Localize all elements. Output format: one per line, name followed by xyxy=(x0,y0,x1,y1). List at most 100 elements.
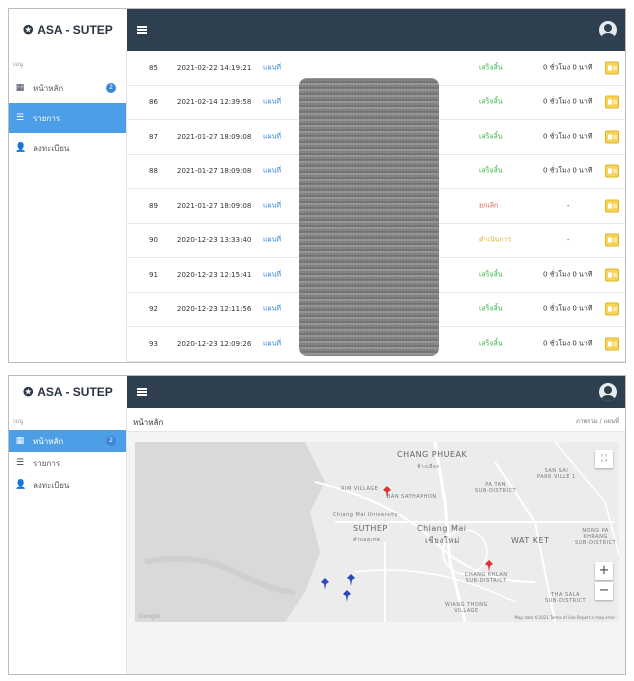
view-detail-button[interactable] xyxy=(605,95,619,109)
blue-map-pin-icon[interactable] xyxy=(343,590,351,602)
map-link[interactable]: แผนที่ xyxy=(263,304,281,315)
view-detail-button[interactable] xyxy=(605,130,619,144)
map-link[interactable]: แผนที่ xyxy=(263,166,281,177)
map-attribution[interactable]: Map data ©2021 Terms of Use Report a map… xyxy=(515,615,615,620)
dashboard-screen: ✪ ASA - SUTEP เมนู ▦ หน้าหลัก 2 ☰ รายการ… xyxy=(8,375,626,675)
map-label: Chiang Mai University xyxy=(333,512,399,518)
row-id: 85 xyxy=(149,63,158,72)
map-label: SUTHEP xyxy=(353,524,388,533)
map-link[interactable]: แผนที่ xyxy=(263,131,281,142)
status-text: เสร็จสิ้น xyxy=(479,63,503,72)
row-date: 2021-01-27 18:09:08 xyxy=(177,132,252,141)
row-date: 2021-01-27 18:09:08 xyxy=(177,167,252,176)
row-id: 90 xyxy=(149,236,158,245)
sidebar-item-home[interactable]: ▦ หน้าหลัก 2 xyxy=(9,430,126,452)
sidebar-item-label: หน้าหลัก xyxy=(33,436,64,446)
duration-text: 0 ชั่วโมง 0 นาที xyxy=(543,270,593,279)
map-label: WAT KET xyxy=(511,536,550,545)
sidebar-item-register[interactable]: 👤 ลงทะเบียน xyxy=(9,133,126,163)
map-label: THA SALA SUB-DISTRICT xyxy=(545,592,587,604)
sidebar-item-label: ลงทะเบียน xyxy=(33,480,70,490)
sidebar-item-list[interactable]: ☰ รายการ xyxy=(9,103,126,133)
map-label: BAN SATHAPHON xyxy=(387,494,437,500)
status-text: เสร็จสิ้น xyxy=(479,270,503,279)
view-detail-button[interactable] xyxy=(605,337,619,351)
view-detail-button[interactable] xyxy=(605,61,619,75)
map-label: ช้างเผือก xyxy=(417,464,440,470)
red-map-pin-icon[interactable] xyxy=(383,486,391,498)
row-date: 2021-02-14 12:39:58 xyxy=(177,98,252,107)
blue-map-pin-icon[interactable] xyxy=(321,578,329,590)
view-detail-button[interactable] xyxy=(605,268,619,282)
asa-logo-icon: ✪ xyxy=(23,23,34,37)
map-link[interactable]: แผนที่ xyxy=(263,62,281,73)
map-link[interactable]: แผนที่ xyxy=(263,338,281,349)
view-detail-button[interactable] xyxy=(605,164,619,178)
hamburger-menu-icon[interactable] xyxy=(137,388,147,396)
map-link[interactable]: แผนที่ xyxy=(263,97,281,108)
row-id: 93 xyxy=(149,339,158,348)
map-label: เชียงใหม่ xyxy=(425,536,460,545)
view-detail-button[interactable] xyxy=(605,302,619,316)
brand[interactable]: ✪ ASA - SUTEP xyxy=(9,9,127,51)
duration-text: 0 ชั่วโมง 0 นาที xyxy=(543,166,593,175)
view-detail-button[interactable] xyxy=(605,233,619,247)
sidebar-item-label: ลงทะเบียน xyxy=(33,143,70,153)
user-avatar-icon[interactable] xyxy=(599,21,617,39)
status-text: เสร็จสิ้น xyxy=(479,304,503,313)
status-text: เสร็จสิ้น xyxy=(479,339,503,348)
topbar xyxy=(127,376,625,408)
zoom-out-button[interactable]: − xyxy=(595,582,613,600)
notification-badge: 2 xyxy=(106,83,116,93)
content-header: หน้าหลัก ภาพรวม / แผนที่ xyxy=(127,408,625,432)
row-date: 2020-12-23 12:15:41 xyxy=(177,270,252,279)
map-link[interactable]: แผนที่ xyxy=(263,269,281,280)
view-detail-button[interactable] xyxy=(605,199,619,213)
blue-map-pin-icon[interactable] xyxy=(347,574,355,586)
dashboard-icon: ▦ xyxy=(15,436,25,446)
brand-name: ASA - SUTEP xyxy=(37,385,113,399)
list-icon: ☰ xyxy=(15,458,25,468)
status-text: ดำเนินการ xyxy=(479,235,512,244)
main-content: หน้าหลัก ภาพรวม / แผนที่ CHANG PHUEAK ช้… xyxy=(127,408,625,674)
duration-text: - xyxy=(567,201,570,210)
dashboard-icon: ▦ xyxy=(15,83,25,93)
zoom-in-button[interactable]: + xyxy=(595,562,613,580)
brand-name: ASA - SUTEP xyxy=(37,23,113,37)
google-logo: Google xyxy=(139,613,161,620)
user-avatar-icon[interactable] xyxy=(599,383,617,401)
map-link[interactable]: แผนที่ xyxy=(263,235,281,246)
status-text: ยกเลิก xyxy=(479,201,499,210)
sidebar: เมนู ▦ หน้าหลัก 2 ☰ รายการ 👤 ลงทะเบียน xyxy=(9,408,127,674)
asa-logo-icon: ✪ xyxy=(23,385,34,399)
row-date: 2020-12-23 12:11:56 xyxy=(177,305,252,314)
map-view[interactable]: CHANG PHUEAK ช้างเผือก SAN SAI PARK VILL… xyxy=(135,442,619,622)
add-user-icon: 👤 xyxy=(15,480,27,490)
map-label: NONG PA KHRANG SUB-DISTRICT xyxy=(575,528,617,546)
notification-badge: 2 xyxy=(106,436,116,446)
list-screen: ✪ ASA - SUTEP เมนู ▦ หน้าหลัก 2 ☰ รายการ… xyxy=(8,8,626,363)
topbar xyxy=(127,9,625,51)
row-id: 92 xyxy=(149,305,158,314)
brand[interactable]: ✪ ASA - SUTEP xyxy=(9,376,127,408)
map-link[interactable]: แผนที่ xyxy=(263,200,281,211)
sidebar-item-list[interactable]: ☰ รายการ xyxy=(9,452,126,474)
sidebar: เมนู ▦ หน้าหลัก 2 ☰ รายการ 👤 ลงทะเบียน xyxy=(9,51,127,362)
sidebar-item-label: หน้าหลัก xyxy=(33,83,64,93)
map-label: WIANG THONG VILLAGE xyxy=(445,602,488,614)
row-date: 2021-01-27 18:09:08 xyxy=(177,201,252,210)
duration-text: 0 ชั่วโมง 0 นาที xyxy=(543,132,593,141)
map-label: CHANG PHUEAK xyxy=(397,450,468,459)
row-date: 2020-12-23 12:09:26 xyxy=(177,339,252,348)
breadcrumb[interactable]: ภาพรวม / แผนที่ xyxy=(576,416,619,426)
list-icon: ☰ xyxy=(15,113,25,123)
row-id: 89 xyxy=(149,201,158,210)
hamburger-menu-icon[interactable] xyxy=(137,26,147,34)
sidebar-item-register[interactable]: 👤 ลงทะเบียน xyxy=(9,474,126,496)
duration-text: 0 ชั่วโมง 0 นาที xyxy=(543,339,593,348)
fullscreen-icon[interactable]: ⛶ xyxy=(595,450,613,468)
map-label: Chiang Mai xyxy=(417,524,467,533)
sidebar-item-home[interactable]: ▦ หน้าหลัก 2 xyxy=(9,73,126,103)
red-map-pin-icon[interactable] xyxy=(485,560,493,572)
map-label: SAN SAI PARK VILLE 1 xyxy=(537,468,576,480)
